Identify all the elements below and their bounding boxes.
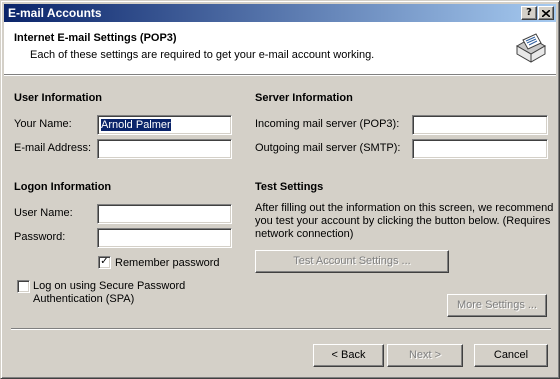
incoming-server-label: Incoming mail server (POP3): [255,118,400,130]
user-info-heading: User Information [14,92,103,104]
your-name-value: Arnold Palmer [101,119,171,131]
close-icon [541,9,551,18]
remember-password-label[interactable]: Remember password [115,257,220,269]
footer-separator [11,328,551,330]
test-settings-heading: Test Settings [255,181,324,193]
your-name-label: Your Name: [14,118,72,130]
test-account-settings-button[interactable]: Test Account Settings ... [255,250,449,273]
title-bar[interactable]: E-mail Accounts ? [4,4,556,22]
header-subtitle: Each of these settings are required to g… [30,49,375,61]
back-button[interactable]: < Back [313,344,384,367]
remember-password-checkbox[interactable]: ✓ [98,256,111,269]
next-button[interactable]: Next > [387,344,463,367]
outgoing-server-field[interactable] [412,139,548,159]
password-field[interactable] [97,228,232,248]
checkmark-icon: ✓ [100,256,109,267]
window-title: E-mail Accounts [8,6,102,20]
email-accounts-dialog: E-mail Accounts ? Internet E-mail Settin… [0,0,560,379]
logon-info-heading: Logon Information [14,181,112,193]
close-button[interactable] [538,6,554,20]
more-settings-button[interactable]: More Settings ... [447,294,547,317]
incoming-server-field[interactable] [412,115,548,135]
user-name-label: User Name: [14,207,73,219]
header-panel: Internet E-mail Settings (POP3) Each of … [4,22,556,74]
server-info-heading: Server Information [255,92,353,104]
email-address-label: E-mail Address: [14,142,92,154]
test-settings-description: After filling out the information on thi… [255,202,554,240]
mail-envelope-icon [515,33,547,63]
spa-label[interactable]: Log on using Secure Password Authenticat… [33,280,233,306]
email-address-field[interactable] [97,139,232,159]
outgoing-server-label: Outgoing mail server (SMTP): [255,142,401,154]
header-title: Internet E-mail Settings (POP3) [14,32,177,44]
spa-checkbox[interactable] [17,280,30,293]
user-name-field[interactable] [97,204,232,224]
header-separator [4,74,556,76]
cancel-button[interactable]: Cancel [474,344,548,367]
password-label: Password: [14,231,66,243]
help-button[interactable]: ? [521,6,537,20]
your-name-field[interactable]: Arnold Palmer [97,115,232,135]
